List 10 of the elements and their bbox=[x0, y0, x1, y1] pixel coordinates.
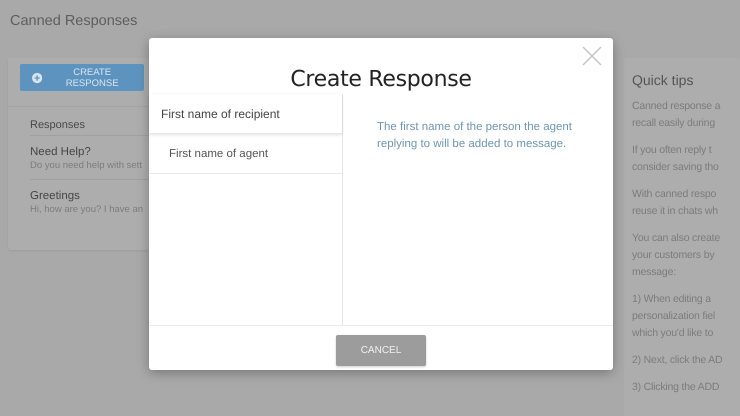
field-option[interactable]: First name of recipient bbox=[149, 94, 342, 134]
cancel-button[interactable]: CANCEL bbox=[336, 335, 426, 366]
create-response-button[interactable]: CREATE RESPONSE bbox=[20, 64, 144, 91]
page-title: Canned Responses bbox=[10, 13, 138, 29]
close-icon[interactable] bbox=[582, 46, 602, 66]
field-description: The first name of the person the agent replying to will be added to message. bbox=[377, 120, 573, 152]
field-option[interactable]: First name of agent bbox=[149, 134, 342, 174]
plus-circle-icon bbox=[32, 72, 42, 84]
dialog-title: Create Response bbox=[290, 67, 472, 92]
tips-title: Quick tips bbox=[632, 72, 694, 88]
